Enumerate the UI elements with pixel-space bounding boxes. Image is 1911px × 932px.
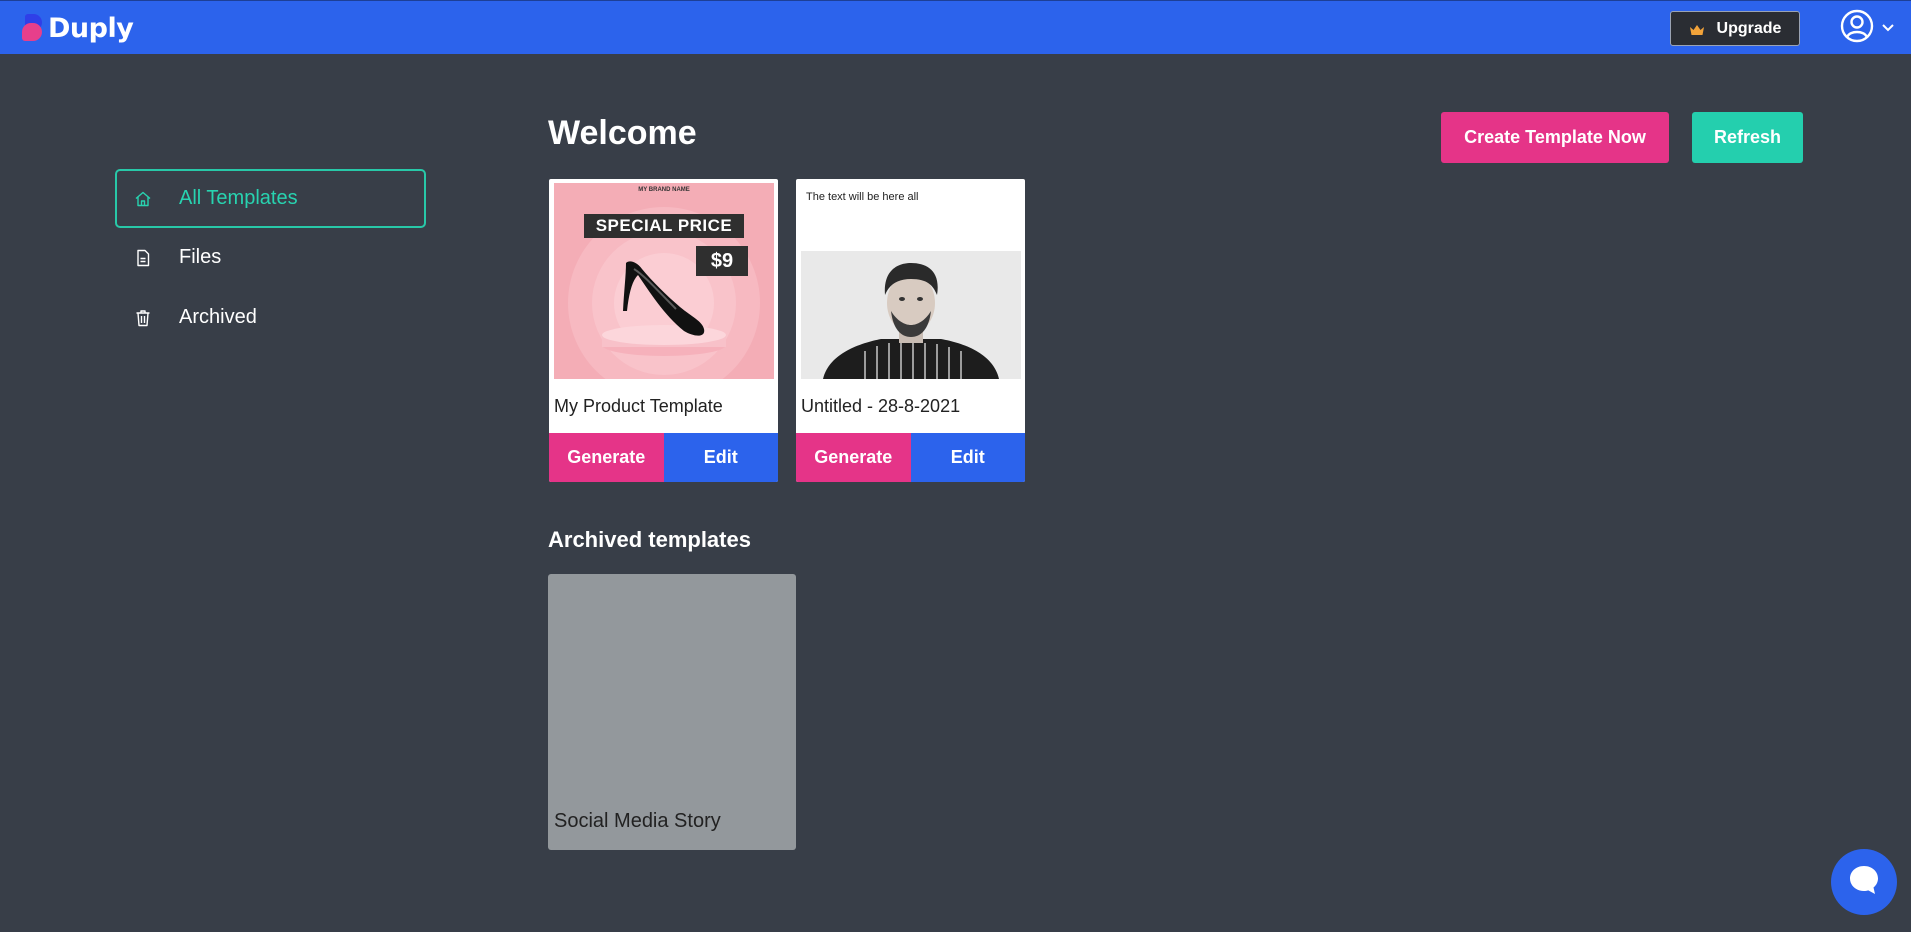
home-icon bbox=[133, 189, 153, 209]
template-card: The text will be here all Untitled - 28-… bbox=[796, 179, 1025, 482]
archived-section-title: Archived templates bbox=[548, 527, 751, 552]
sidebar-item-label: Archived bbox=[179, 306, 257, 328]
generate-button[interactable]: Generate bbox=[549, 433, 664, 482]
price-tag: $9 bbox=[696, 246, 748, 276]
thumbnail-text: The text will be here all bbox=[806, 191, 919, 203]
template-actions: Generate Edit bbox=[796, 433, 1025, 482]
refresh-button[interactable]: Refresh bbox=[1692, 112, 1803, 163]
sidebar-item-label: Files bbox=[179, 246, 222, 268]
generate-button[interactable]: Generate bbox=[796, 433, 911, 482]
page-title: Welcome bbox=[548, 114, 697, 152]
archived-template-title: Social Media Story bbox=[554, 810, 721, 832]
crown-icon bbox=[1689, 23, 1705, 35]
chevron-down-icon bbox=[1882, 19, 1894, 37]
upgrade-label: Upgrade bbox=[1716, 19, 1782, 37]
special-price-banner: SPECIAL PRICE bbox=[584, 214, 744, 238]
template-thumbnail[interactable]: MY BRAND NAME SPECIAL PRICE $9 bbox=[554, 183, 774, 379]
template-title: Untitled - 28-8-2021 bbox=[801, 396, 961, 416]
template-thumbnail[interactable]: The text will be here all bbox=[801, 183, 1021, 379]
archived-template-card[interactable]: Social Media Story bbox=[548, 574, 796, 850]
sidebar-item-files[interactable]: Files bbox=[115, 228, 426, 287]
edit-button[interactable]: Edit bbox=[663, 433, 778, 482]
chat-support-button[interactable] bbox=[1831, 849, 1897, 915]
brand-name-text: MY BRAND NAME bbox=[638, 187, 690, 193]
logo-icon bbox=[22, 13, 46, 43]
upgrade-button[interactable]: Upgrade bbox=[1670, 11, 1800, 46]
user-avatar-icon bbox=[1840, 9, 1874, 48]
sidebar-item-label: All Templates bbox=[179, 187, 298, 209]
file-icon bbox=[133, 248, 153, 268]
chat-icon bbox=[1847, 863, 1881, 902]
edit-button[interactable]: Edit bbox=[910, 433, 1025, 482]
top-bar: Duply Upgrade bbox=[0, 0, 1911, 54]
template-card: MY BRAND NAME SPECIAL PRICE $9 My Produc… bbox=[549, 179, 778, 482]
account-menu[interactable] bbox=[1840, 9, 1900, 48]
app-logo[interactable]: Duply bbox=[22, 11, 134, 45]
trash-icon bbox=[133, 308, 153, 328]
template-actions: Generate Edit bbox=[549, 433, 778, 482]
create-template-button[interactable]: Create Template Now bbox=[1441, 112, 1669, 163]
app-name: Duply bbox=[48, 12, 134, 44]
sidebar-item-all-templates[interactable]: All Templates bbox=[115, 169, 426, 228]
template-title: My Product Template bbox=[554, 396, 723, 416]
sidebar-item-archived[interactable]: Archived bbox=[115, 288, 426, 347]
